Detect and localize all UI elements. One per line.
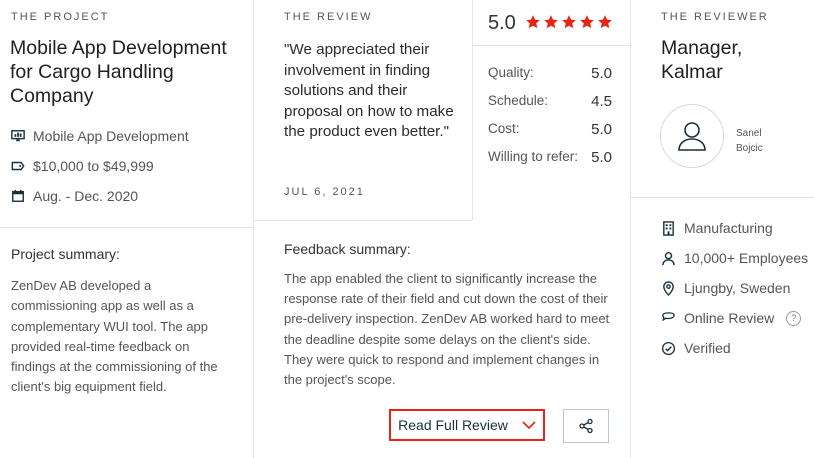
rating-label: Cost: <box>488 121 520 136</box>
review-date: JUL 6, 2021 <box>284 186 365 198</box>
feedback-summary-heading: Feedback summary: <box>284 241 411 257</box>
tag-icon <box>11 161 25 171</box>
rating-value: 5.0 <box>591 149 612 166</box>
project-summary-text: ZenDev AB developed a commissioning app … <box>11 278 218 395</box>
column-divider-3 <box>630 0 631 458</box>
project-budget: $10,000 to $49,999 <box>11 158 154 174</box>
rating-quality: Quality: 5.0 <box>488 65 612 82</box>
rating-value: 5.0 <box>591 65 612 82</box>
review-divider <box>253 220 472 221</box>
overall-score: 5.0 <box>488 12 516 34</box>
chat-icon <box>662 311 675 321</box>
feedback-summary-text: The app enabled the client to significan… <box>284 271 610 388</box>
check-circle-icon <box>661 341 676 355</box>
rating-value: 5.0 <box>591 121 612 138</box>
rating-label: Willing to refer: <box>488 149 579 164</box>
share-button[interactable] <box>563 409 609 443</box>
rating-schedule: Schedule: 4.5 <box>488 93 612 110</box>
rating-cost: Cost: 5.0 <box>488 121 612 138</box>
read-full-review-button[interactable]: Read Full Review <box>389 409 545 441</box>
score-divider <box>472 45 630 46</box>
location-label: Ljungby, Sweden <box>684 280 791 296</box>
rating-willing-to-refer: Willing to refer: 5.0 <box>488 149 612 166</box>
reviewer-review-type: Online Review ? <box>661 310 802 326</box>
monitor-icon <box>11 130 25 142</box>
user-icon <box>678 122 706 151</box>
project-dates: Aug. - Dec. 2020 <box>11 188 138 204</box>
star-icon <box>544 15 558 29</box>
column-divider-1 <box>253 0 254 458</box>
read-full-review-label: Read Full Review <box>398 417 508 433</box>
avatar <box>660 104 724 168</box>
project-summary-heading: Project summary: <box>11 246 120 262</box>
location-pin-icon <box>663 280 674 296</box>
reviewer-name: Sanel Bojcic <box>736 126 763 156</box>
rating-label: Schedule: <box>488 93 549 108</box>
share-icon <box>579 418 593 434</box>
review-section-label: THE REVIEW <box>284 11 373 23</box>
building-icon <box>663 220 674 236</box>
service-label: Mobile App Development <box>33 128 189 144</box>
reviewer-industry: Manufacturing <box>661 220 773 236</box>
project-section-label: THE PROJECT <box>11 11 110 23</box>
project-divider <box>0 227 253 228</box>
review-type-label: Online Review <box>684 310 775 326</box>
column-divider-2 <box>472 0 473 220</box>
project-service: Mobile App Development <box>11 128 189 144</box>
reviewer-employees: 10,000+ Employees <box>661 250 808 266</box>
budget-label: $10,000 to $49,999 <box>33 158 154 174</box>
star-icon <box>580 15 594 29</box>
review-quote: "We appreciated their involvement in fin… <box>284 41 454 140</box>
reviewer-title-text: Manager, Kalmar <box>661 37 743 83</box>
star-rating <box>525 14 613 30</box>
rating-label: Quality: <box>488 65 534 80</box>
reviewer-title: Manager, Kalmar <box>661 36 781 84</box>
calendar-icon <box>12 189 24 202</box>
person-icon <box>662 251 675 265</box>
reviewer-divider <box>630 197 814 198</box>
reviewer-last-name: Bojcic <box>736 143 763 154</box>
reviewer-location: Ljungby, Sweden <box>661 280 790 296</box>
chevron-down-icon <box>522 420 536 429</box>
employees-label: 10,000+ Employees <box>684 250 809 266</box>
star-icon <box>562 15 576 29</box>
verified-label: Verified <box>684 340 731 356</box>
dates-label: Aug. - Dec. 2020 <box>33 188 139 204</box>
star-icon <box>526 15 540 29</box>
star-icon <box>598 15 612 29</box>
reviewer-verified: Verified <box>661 340 731 356</box>
help-icon[interactable]: ? <box>786 310 802 326</box>
rating-value: 4.5 <box>591 93 612 110</box>
industry-label: Manufacturing <box>684 220 773 236</box>
project-title: Mobile App Development for Cargo Handlin… <box>10 37 227 107</box>
reviewer-first-name: Sanel <box>736 128 762 139</box>
reviewer-section-label: THE REVIEWER <box>661 11 769 23</box>
